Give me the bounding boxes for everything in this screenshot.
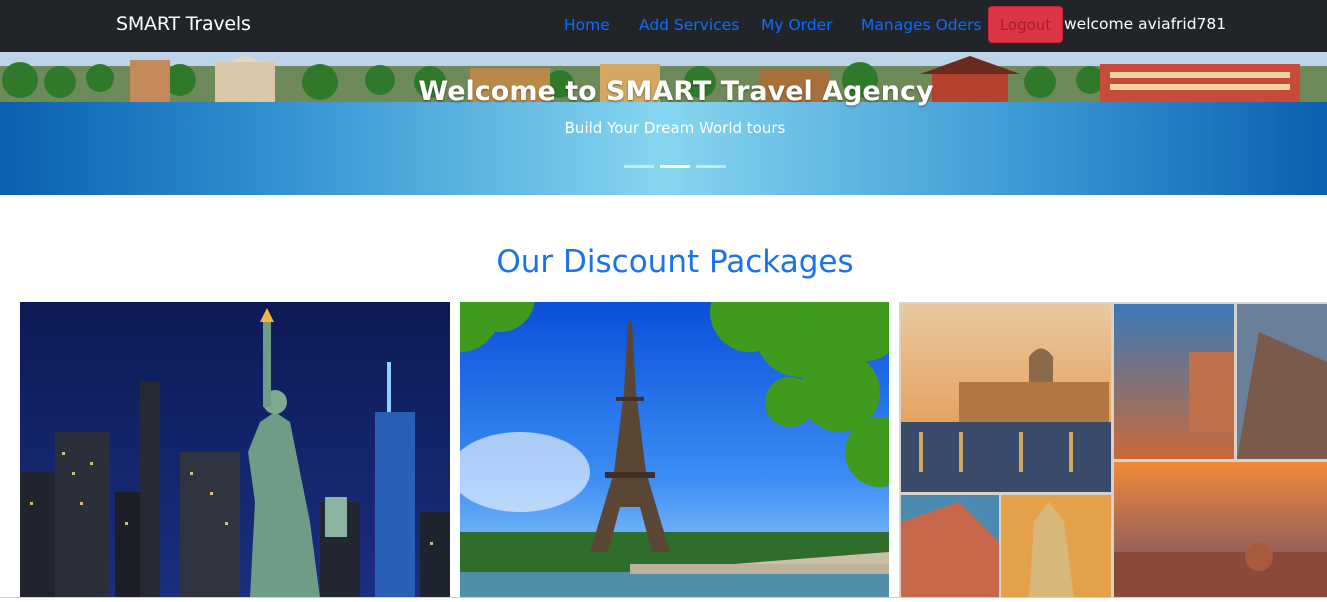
welcome-user-text: welcome aviafrid781 [1064,15,1227,33]
carousel-indicator-3[interactable] [696,165,726,168]
page-divider [0,597,1327,598]
hero-carousel[interactable]: Welcome to SMART Travel Agency Build You… [0,52,1327,195]
carousel-indicator-1[interactable] [624,165,654,168]
packages-heading: Our Discount Packages [496,244,854,280]
new-york-image [20,302,450,598]
nav-manage-orders-link[interactable]: Manages Oders [861,16,982,34]
hero-title: Welcome to SMART Travel Agency [418,76,934,107]
logout-button[interactable]: Logout [988,6,1063,43]
package-card-new-york[interactable] [20,302,450,598]
package-card-italy[interactable] [899,302,1327,598]
hero-subtitle: Build Your Dream World tours [564,119,786,137]
navbar: SMART Travels Home Add Services My Order… [0,0,1327,52]
nav-my-order-link[interactable]: My Order [761,16,833,34]
italy-collage-image [899,302,1327,598]
carousel-indicator-2[interactable] [660,165,690,168]
package-card-paris[interactable] [460,302,889,598]
paris-image [460,302,889,598]
nav-home-link[interactable]: Home [564,16,610,34]
nav-add-services-link[interactable]: Add Services [639,16,739,34]
brand-logo[interactable]: SMART Travels [116,13,251,35]
